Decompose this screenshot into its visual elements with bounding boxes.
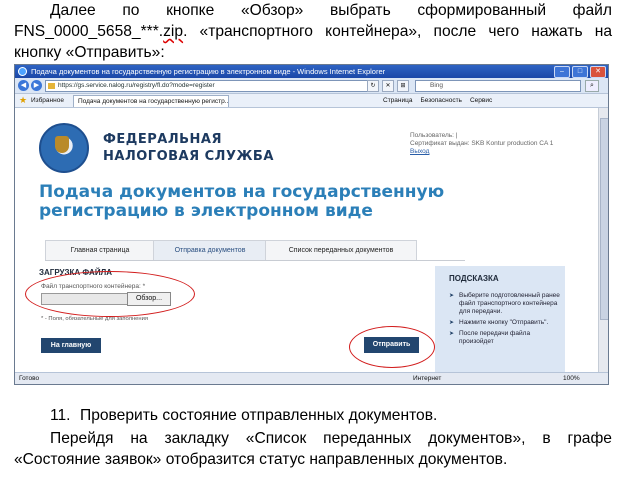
maximize-icon[interactable]: □: [572, 66, 588, 78]
org-name-line2: НАЛОГОВАЯ СЛУЖБА: [103, 149, 274, 164]
hint-item: Выберите подготовленный ранее файл транс…: [449, 292, 561, 316]
tools-menu[interactable]: Сервис: [470, 94, 492, 107]
required-note: * - Поля, обязательные для заполнения: [41, 316, 148, 322]
page-viewport: ФЕДЕРАЛЬНАЯ НАЛОГОВАЯ СЛУЖБА Пользовател…: [15, 108, 598, 373]
command-bar: Страница Безопасность Сервис: [383, 94, 492, 107]
send-button[interactable]: Отправить: [364, 337, 419, 353]
window-title: Подача документов на государственную рег…: [31, 67, 386, 76]
forward-icon[interactable]: ▶: [31, 80, 42, 91]
address-bar: ◀ ▶ https://gs.service.nalog.ru/registry…: [15, 78, 608, 94]
scrollbar-thumb[interactable]: [600, 118, 608, 320]
hint-list: Выберите подготовленный ранее файл транс…: [449, 292, 561, 349]
search-placeholder: Bing: [430, 82, 444, 89]
list-item-text: Проверить состояние отправленных докумен…: [80, 407, 438, 424]
zoom-level[interactable]: 100%: [563, 373, 580, 384]
list-item-11: 11. Проверить состояние отправленных доку…: [14, 405, 612, 426]
minimize-icon[interactable]: –: [554, 66, 570, 78]
org-name-line1: ФЕДЕРАЛЬНАЯ: [103, 132, 222, 147]
browse-button[interactable]: Обзор...: [127, 292, 171, 306]
star-icon[interactable]: ★: [19, 96, 28, 105]
url-field[interactable]: https://gs.service.nalog.ru/registry/fl.…: [45, 80, 377, 92]
user-label: Пользователь: |: [410, 132, 458, 139]
home-button[interactable]: На главную: [41, 338, 101, 353]
hint-panel: ПОДСКАЗКА Выберите подготовленный ранее …: [435, 266, 565, 373]
certificate-label: Сертификат выдан: SKB Kontur production …: [410, 140, 554, 147]
page-tabs: Главная страница Отправка документов Спи…: [45, 240, 465, 261]
closing-paragraph: Перейдя на закладку «Список переданных д…: [14, 430, 612, 468]
user-info: Пользователь: | Сертификат выдан: SKB Ko…: [410, 132, 553, 156]
ie-logo-icon: [18, 67, 27, 76]
upload-section-title: ЗАГРУЗКА ФАЙЛА: [39, 268, 112, 277]
status-bar: Готово Интернет 100%: [15, 372, 608, 384]
tab-home[interactable]: Главная страница: [45, 240, 155, 260]
tab-sent-list[interactable]: Список переданных документов: [265, 240, 417, 260]
intro-paragraph: Далее по кнопке «Обзор» выбрать сформиро…: [14, 0, 612, 63]
tab-send-documents[interactable]: Отправка документов: [153, 240, 267, 260]
security-menu[interactable]: Безопасность: [420, 94, 461, 107]
fns-emblem-icon: [39, 123, 89, 173]
window-controls: – □ ✕: [554, 66, 606, 78]
lock-icon: [48, 83, 55, 89]
favorites-button[interactable]: Избранное: [31, 94, 64, 107]
logout-link[interactable]: Выход: [410, 148, 429, 155]
file-extension: zip: [163, 23, 184, 40]
list-number: 11.: [50, 407, 71, 424]
search-input[interactable]: Bing: [415, 80, 581, 92]
file-field-label: Файл транспортного контейнера: *: [41, 283, 146, 290]
close-icon[interactable]: ✕: [590, 66, 606, 78]
file-path-input[interactable]: [41, 293, 129, 305]
refresh-icon[interactable]: ↻: [367, 80, 379, 92]
search-icon[interactable]: ⌕: [585, 80, 599, 92]
hint-item: После передачи файла произойдет: [449, 330, 561, 346]
hint-item: Нажмите кнопку "Отправить".: [449, 319, 561, 327]
address-tools: ↻ ✕ ⊞: [367, 80, 409, 92]
stop-icon[interactable]: ✕: [382, 80, 394, 92]
page-title: Подача документов на государственную рег…: [39, 182, 445, 221]
zone-text: Интернет: [413, 375, 442, 382]
window-titlebar: Подача документов на государственную рег…: [15, 65, 608, 78]
status-text: Готово: [19, 375, 40, 382]
vertical-scrollbar[interactable]: [598, 108, 608, 373]
page-menu[interactable]: Страница: [383, 94, 412, 107]
favorites-bar: ★ Избранное Подача документов на государ…: [15, 94, 608, 108]
hint-title: ПОДСКАЗКА: [449, 274, 499, 283]
compat-icon[interactable]: ⊞: [397, 80, 409, 92]
browser-tab[interactable]: Подача документов на государственную рег…: [73, 95, 229, 107]
back-icon[interactable]: ◀: [18, 80, 29, 91]
url-text: https://gs.service.nalog.ru/registry/fl.…: [58, 82, 215, 89]
browser-screenshot: Подача документов на государственную рег…: [14, 64, 609, 385]
site-header: ФЕДЕРАЛЬНАЯ НАЛОГОВАЯ СЛУЖБА Пользовател…: [39, 123, 594, 173]
